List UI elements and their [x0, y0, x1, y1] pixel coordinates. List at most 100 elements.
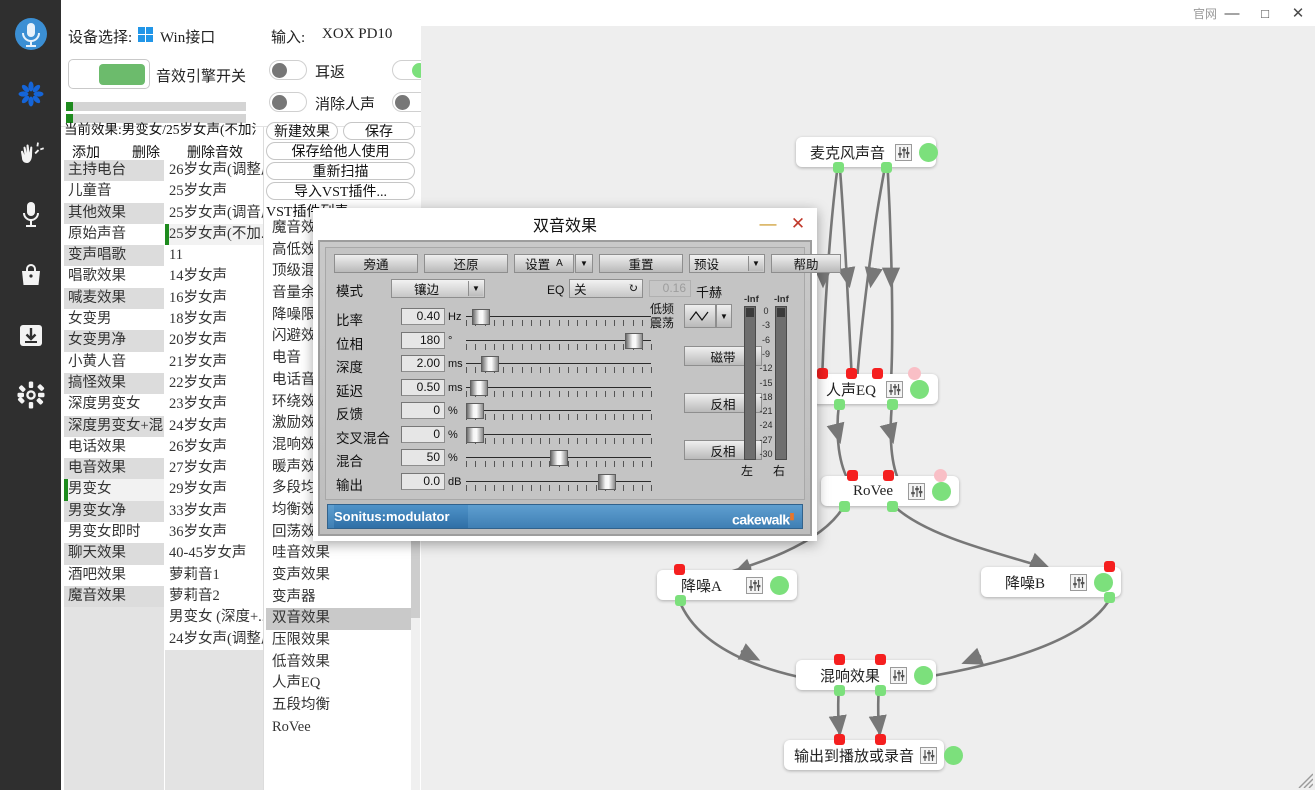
rescan-button[interactable]: 重新扫描	[266, 162, 415, 180]
effect-category-item[interactable]: 主持电台	[64, 160, 164, 182]
node-input-port[interactable]	[846, 368, 857, 379]
node-settings-icon[interactable]	[746, 576, 763, 594]
effect-category-item[interactable]: 酒吧效果	[64, 565, 164, 586]
effect-preset-item[interactable]: 26岁女声	[165, 437, 263, 458]
node-vocal-eq[interactable]: 人声EQ	[812, 367, 938, 410]
node-input-port[interactable]	[875, 734, 886, 745]
node-noise-reduction-b[interactable]: 降噪B	[981, 561, 1121, 603]
node-aux-port[interactable]	[934, 469, 947, 482]
plugin-dialog-titlebar[interactable]: 双音效果 — ✕	[313, 208, 817, 240]
vst-plugin-item[interactable]: 压限效果	[266, 630, 419, 652]
rail-item-microphone[interactable]	[0, 184, 61, 244]
effect-preset-item[interactable]: 14岁女声	[165, 266, 263, 287]
node-settings-icon[interactable]	[886, 380, 903, 398]
vst-plugin-item[interactable]: 变声效果	[266, 565, 419, 587]
effect-category-item[interactable]: 其他效果	[64, 202, 164, 224]
import-vst-plugin-button[interactable]: 导入VST插件...	[266, 182, 415, 200]
param-value-field[interactable]: 50	[401, 449, 445, 466]
node-input-port[interactable]	[674, 564, 685, 575]
vst-plugin-item[interactable]: RoVee	[266, 717, 419, 739]
node-noise-reduction-a[interactable]: 降噪A	[657, 564, 797, 606]
param-slider-thumb[interactable]	[466, 403, 485, 419]
node-power-toggle[interactable]	[944, 745, 964, 765]
effect-preset-list[interactable]: 26岁女声(调整后)25岁女声25岁女声(调音后)25岁女声(不加...1114…	[165, 160, 263, 790]
node-output-port[interactable]	[887, 399, 898, 410]
node-power-toggle[interactable]	[1094, 572, 1113, 592]
node-input-port[interactable]	[834, 654, 845, 665]
node-output-to-playback-or-record[interactable]: 输出到播放或录音	[784, 734, 964, 770]
save-button[interactable]: 保存	[343, 122, 415, 140]
param-value-field[interactable]: 0	[401, 425, 445, 443]
node-output-port[interactable]	[875, 685, 886, 696]
effect-category-item[interactable]: 变声唱歌	[64, 245, 164, 267]
node-input-port[interactable]	[883, 470, 894, 481]
node-input-port[interactable]	[817, 368, 828, 379]
effect-category-item[interactable]: 聊天效果	[64, 543, 164, 565]
device-select-value[interactable]: Win接口	[160, 26, 215, 47]
param-value-field[interactable]: 180	[401, 331, 445, 349]
node-reverb-effect[interactable]: 混响效果	[796, 654, 936, 696]
rail-item-gear[interactable]	[0, 365, 61, 425]
param-slider-track[interactable]	[466, 433, 651, 435]
new-effect-button[interactable]: 新建效果	[266, 122, 338, 140]
node-output-port[interactable]	[887, 501, 898, 512]
param-slider-track[interactable]	[466, 480, 651, 482]
effect-preset-item[interactable]: 20岁女声	[165, 330, 263, 351]
delete-button[interactable]: 删除	[126, 142, 166, 162]
vst-plugin-item[interactable]: 五段均衡	[266, 695, 419, 717]
node-rovee[interactable]: RoVee	[821, 469, 959, 512]
input-value[interactable]: XOX PD10	[322, 26, 392, 43]
node-output-port[interactable]	[833, 162, 844, 173]
param-slider-thumb[interactable]	[471, 309, 490, 325]
node-input-port[interactable]	[1104, 561, 1115, 572]
node-output-port[interactable]	[834, 685, 845, 696]
plugin-dialog-minimize-button[interactable]: —	[753, 208, 783, 240]
effect-category-item[interactable]: 电音效果	[64, 458, 164, 480]
param-slider-thumb[interactable]	[466, 426, 485, 443]
plugin-dialog-close-button[interactable]: ✕	[783, 208, 813, 240]
node-power-toggle[interactable]	[910, 379, 929, 399]
effect-preset-item[interactable]: 男变女 (深度+...	[165, 607, 263, 628]
node-settings-icon[interactable]	[908, 482, 925, 500]
param-slider-thumb[interactable]	[469, 379, 488, 396]
official-site-link[interactable]: 官网	[1193, 0, 1217, 26]
node-output-port[interactable]	[675, 595, 686, 606]
effect-preset-item[interactable]: 24岁女声(调整后)	[165, 629, 263, 650]
effect-category-item[interactable]: 深度男变女	[64, 394, 164, 415]
effect-preset-item[interactable]: 25岁女声	[165, 181, 263, 202]
vst-plugin-item[interactable]: 哇音效果	[266, 543, 419, 565]
node-settings-icon[interactable]	[890, 666, 908, 684]
effect-preset-item[interactable]: 萝莉音2	[165, 586, 263, 607]
vst-plugin-item[interactable]: 人声EQ	[266, 673, 419, 695]
effect-category-item[interactable]: 儿童音	[64, 181, 164, 202]
effect-category-item[interactable]: 女变男净	[64, 330, 164, 352]
window-resize-grip[interactable]	[1291, 766, 1314, 789]
effect-preset-item[interactable]: 22岁女声	[165, 373, 263, 394]
effect-preset-item[interactable]: 23岁女声	[165, 394, 263, 415]
node-settings-icon[interactable]	[895, 143, 913, 161]
effect-category-item[interactable]: 男变女净	[64, 500, 164, 523]
effect-preset-item[interactable]: 33岁女声	[165, 501, 263, 522]
effect-category-item[interactable]: 魔音效果	[64, 585, 164, 608]
toggle-remove-vocal[interactable]	[269, 92, 307, 112]
node-output-port[interactable]	[834, 399, 845, 410]
effect-preset-item[interactable]: 21岁女声	[165, 352, 263, 373]
param-value-field[interactable]: 2.00	[401, 355, 445, 372]
rail-item-microphone-round[interactable]	[0, 4, 61, 64]
rail-item-flower[interactable]	[0, 64, 61, 124]
node-output-port[interactable]	[1104, 592, 1115, 603]
effect-preset-item[interactable]: 25岁女声(调音后)	[165, 203, 263, 224]
param-slider-thumb[interactable]	[625, 332, 644, 349]
param-value-field[interactable]: 0.50	[401, 378, 445, 396]
delete-effect-button[interactable]: 删除音效	[180, 142, 250, 162]
param-slider-thumb[interactable]	[481, 356, 500, 372]
rail-item-clap-hands[interactable]	[0, 124, 61, 184]
param-slider-thumb[interactable]	[549, 450, 568, 466]
window-minimize-button[interactable]: —	[1217, 0, 1247, 26]
effect-category-item[interactable]: 男变女	[64, 479, 164, 501]
vst-plugin-item[interactable]: 低音效果	[266, 652, 419, 674]
add-button[interactable]: 添加	[66, 142, 106, 162]
node-output-port[interactable]	[839, 501, 850, 512]
effect-category-item[interactable]: 唱歌效果	[64, 266, 164, 287]
window-close-button[interactable]: ✕	[1283, 0, 1313, 26]
